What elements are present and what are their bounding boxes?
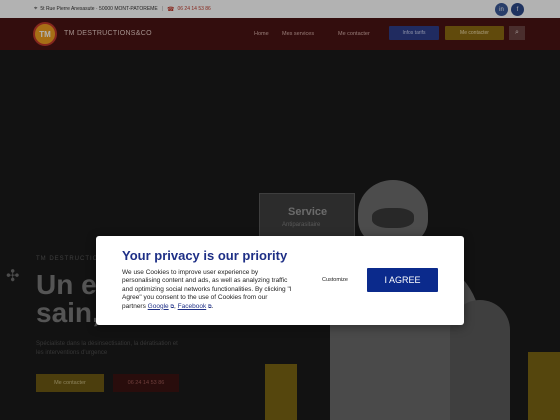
cookie-text: We use Cookies to improve user experienc… bbox=[122, 269, 292, 310]
cookie-consent-dialog: Your privacy is our priority We use Cook… bbox=[96, 236, 464, 325]
agree-button[interactable]: I AGREE bbox=[367, 268, 438, 292]
modal-backdrop bbox=[0, 0, 560, 420]
google-link[interactable]: Google bbox=[148, 303, 169, 310]
customize-button[interactable]: Customize bbox=[322, 277, 348, 283]
facebook-link[interactable]: Facebook bbox=[178, 303, 207, 310]
external-link-icon: ⧉ bbox=[208, 303, 212, 310]
external-link-icon: ⧉ bbox=[170, 303, 175, 310]
cookie-title: Your privacy is our priority bbox=[122, 248, 288, 263]
